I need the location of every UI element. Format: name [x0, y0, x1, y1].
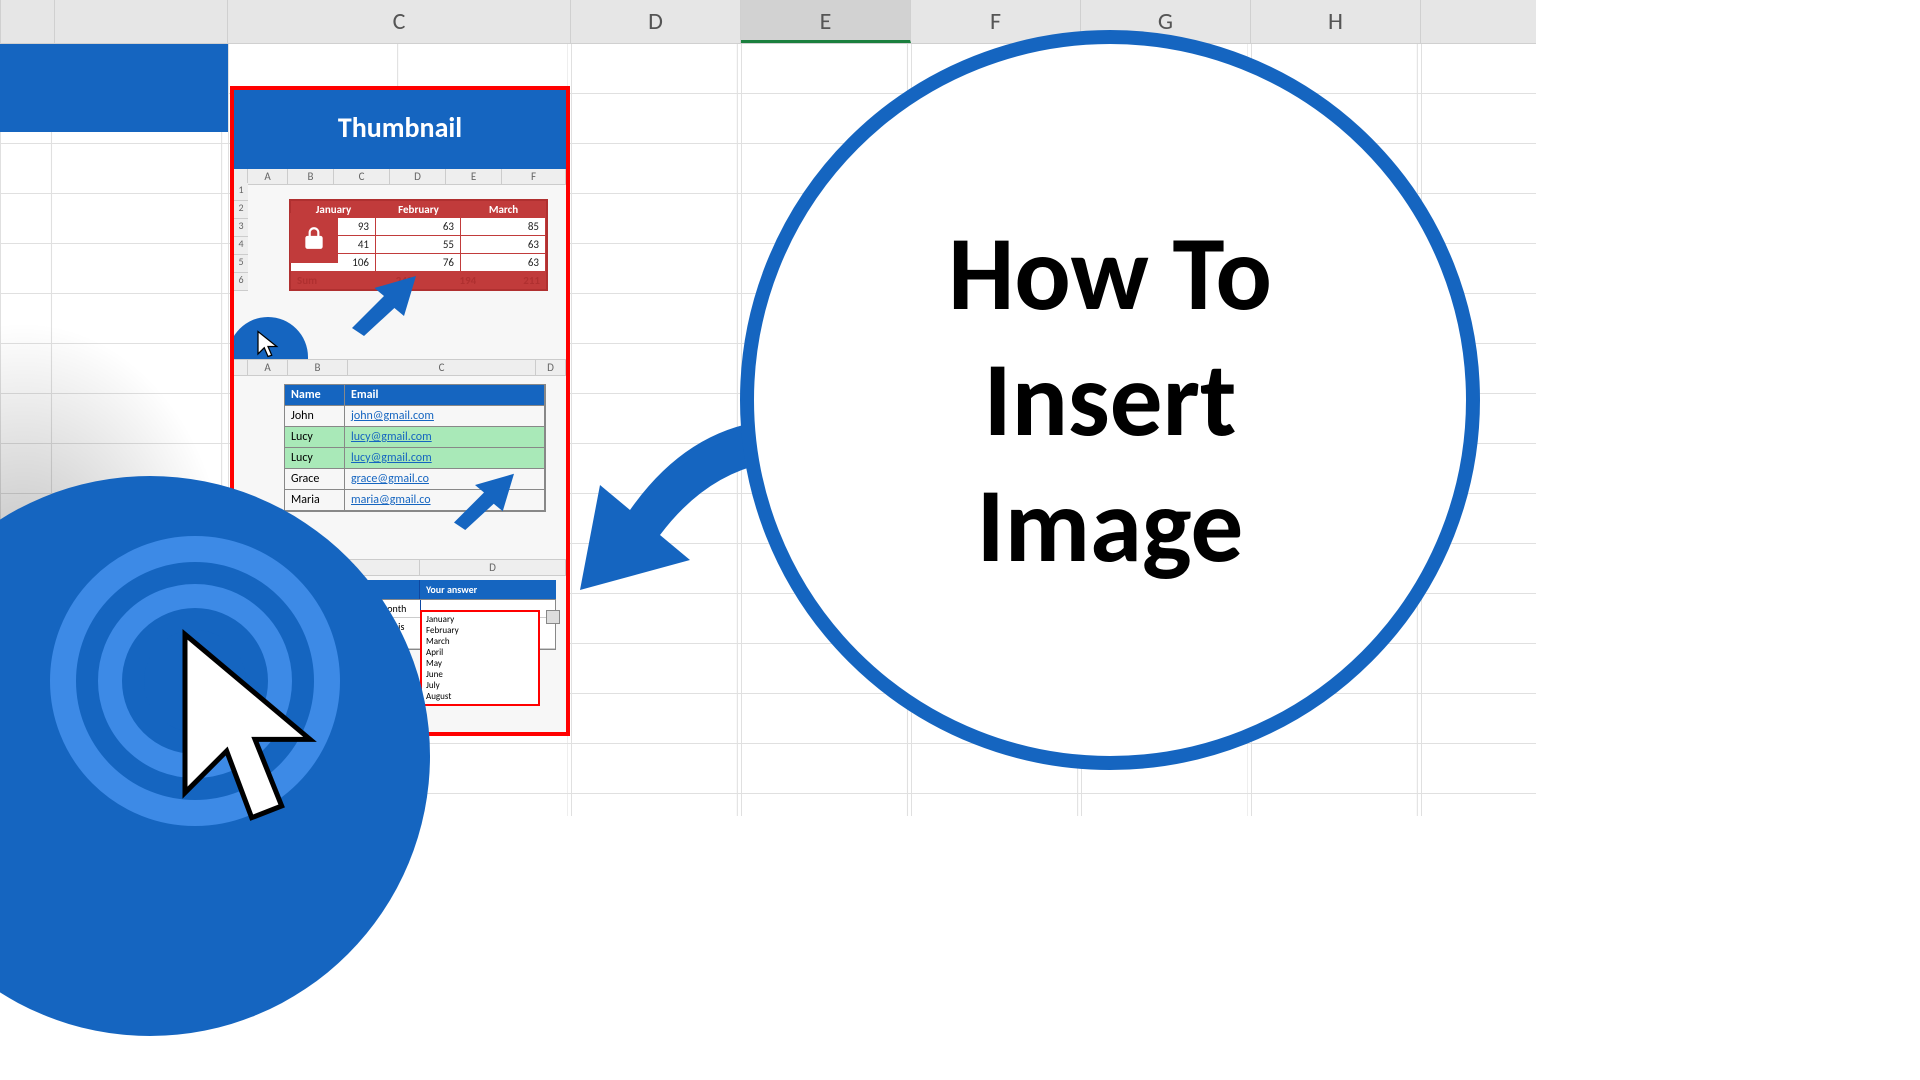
row-highlight [0, 44, 228, 132]
col-header-H[interactable]: H [1251, 0, 1421, 43]
column-headers: C D E F G H [0, 0, 1536, 44]
col-header-C[interactable]: C [228, 0, 571, 43]
col-header-blank[interactable] [0, 0, 55, 43]
arrow-icon [444, 470, 524, 530]
title-text: How To Insert Image [948, 211, 1272, 589]
col-header-D[interactable]: D [571, 0, 741, 43]
title-badge: How To Insert Image [740, 30, 1480, 770]
chevron-down-icon[interactable] [546, 610, 560, 624]
thumbnail-title: Thumbnail [234, 90, 566, 169]
col-header-B-partial[interactable] [55, 0, 228, 43]
dropdown-list[interactable]: JanuaryFebruaryMarchAprilMayJuneJulyAugu… [420, 610, 540, 706]
col-header-E[interactable]: E [741, 0, 911, 43]
mini-sheet-locked: A B C D E F 1 2 3 4 5 6 January February… [234, 169, 566, 359]
lock-icon [290, 213, 338, 263]
arrow-icon [344, 269, 424, 339]
click-logo-icon [230, 317, 308, 361]
